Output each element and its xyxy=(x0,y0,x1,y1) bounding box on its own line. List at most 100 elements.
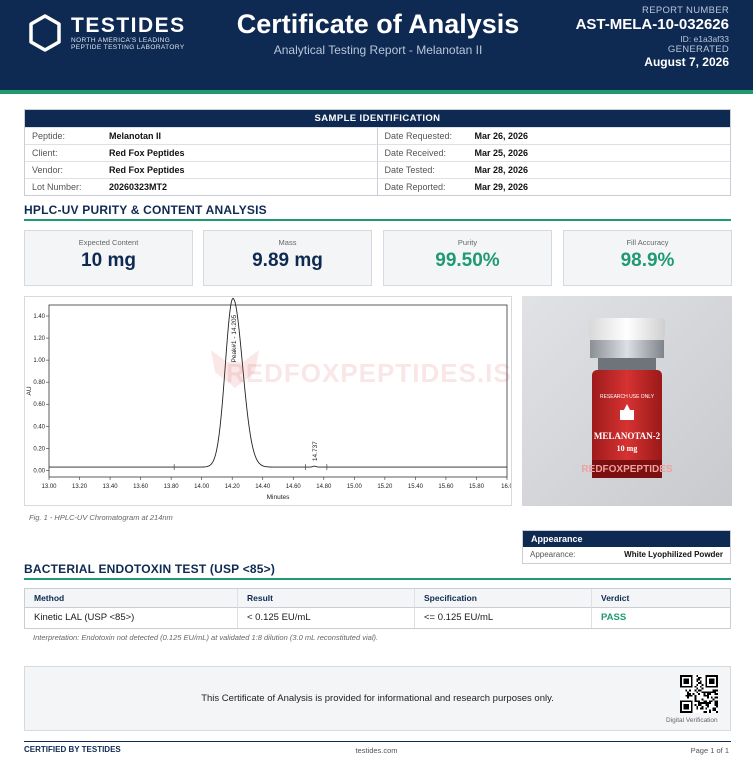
brand-tagline-1: NORTH AMERICA'S LEADING xyxy=(71,36,171,44)
disclaimer-panel: This Certificate of Analysis is provided… xyxy=(24,666,731,731)
column-header-verdict: Verdict xyxy=(591,589,730,608)
brand-name: TESTIDES xyxy=(71,13,186,37)
x-tick-label: 13.40 xyxy=(103,484,119,490)
vial-image: RESEARCH USE ONLY MELANOTAN-2 10 mg REDF… xyxy=(522,296,732,506)
metric-expected-content: Expected Content 10 mg xyxy=(24,230,193,286)
field-value: Mar 29, 2026 xyxy=(474,182,529,192)
field-label: Date Requested: xyxy=(384,131,453,141)
x-tick-label: 15.80 xyxy=(469,484,485,490)
qr-label: Digital Verification xyxy=(666,717,718,724)
field-value: Melanotan II xyxy=(109,131,162,141)
y-tick-label: 1.40 xyxy=(33,314,45,320)
metric-label: Purity xyxy=(457,238,478,247)
vial-label-top: RESEARCH USE ONLY xyxy=(600,394,655,400)
field-label: Vendor: xyxy=(32,165,64,175)
sample-row-vendor: Vendor: Red Fox Peptides xyxy=(25,161,378,178)
x-tick-label: 14.40 xyxy=(255,484,271,490)
sample-row-lot-number: Lot Number: 20260323MT2 xyxy=(25,178,378,195)
report-number-label: REPORT NUMBER xyxy=(642,5,729,16)
report-number: AST-MELA-10-032626 xyxy=(575,16,729,33)
qr-code-icon[interactable] xyxy=(680,675,718,713)
field-label: Date Tested: xyxy=(384,165,435,175)
brand-tagline-2: PEPTIDE TESTING LABORATORY xyxy=(71,44,185,51)
figure-caption: Fig. 1 - HPLC-UV Chromatogram at 214nm xyxy=(29,513,173,522)
metric-value: 9.89 mg xyxy=(252,250,323,271)
x-tick-label: 14.20 xyxy=(225,484,241,490)
metric-label: Mass xyxy=(278,238,297,247)
cell-specification: <= 0.125 EU/mL xyxy=(414,608,591,628)
appearance-label: Appearance: xyxy=(530,550,576,559)
x-tick-label: 14.00 xyxy=(194,484,210,490)
x-tick-label: 13.80 xyxy=(164,484,180,490)
metric-label: Expected Content xyxy=(78,238,139,247)
table-row: Kinetic LAL (USP <85>) < 0.125 EU/mL <= … xyxy=(25,608,730,628)
table-header-row: Method Result Specification Verdict xyxy=(25,589,730,608)
field-value: Mar 26, 2026 xyxy=(474,131,529,141)
endotoxin-interpretation: Interpretation: Endotoxin not detected (… xyxy=(33,633,379,642)
footer-website-link[interactable]: testides.com xyxy=(0,746,753,755)
hplc-section-divider xyxy=(24,219,731,221)
sample-row-peptide: Peptide: Melanotan II xyxy=(25,127,378,144)
metric-fill-accuracy: Fill Accuracy 98.9% xyxy=(563,230,732,286)
x-tick-label: 14.80 xyxy=(316,484,332,490)
sample-heading: SAMPLE IDENTIFICATION xyxy=(25,110,730,127)
chromatogram-panel: 13.00 13.20 13.40 13.60 13.80 14.00 14.20 14.40… xyxy=(24,296,512,506)
field-label: Date Received: xyxy=(384,148,447,158)
x-tick-label: 13.00 xyxy=(41,484,57,490)
report-id: ID: e1a3af33 xyxy=(680,34,729,44)
field-label: Client: xyxy=(32,148,58,158)
field-value: Mar 28, 2026 xyxy=(474,165,529,175)
document-subtitle: Analytical Testing Report - Melanotan II xyxy=(273,43,483,57)
metric-value: 10 mg xyxy=(81,250,136,271)
metric-mass: Mass 9.89 mg xyxy=(203,230,372,286)
chromatogram-chart: 13.00 13.20 13.40 13.60 13.80 14.00 14.20 14.40… xyxy=(26,297,512,501)
appearance-table: Appearance Appearance: White Lyophilized… xyxy=(522,530,731,564)
y-axis-label: AU xyxy=(26,386,33,395)
x-tick-label: 15.20 xyxy=(377,484,393,490)
hplc-section-title: HPLC-UV PURITY & CONTENT ANALYSIS xyxy=(24,203,267,217)
field-label: Date Reported: xyxy=(384,182,446,192)
x-tick-label: 15.60 xyxy=(438,484,454,490)
sample-identification-table: SAMPLE IDENTIFICATION Peptide: Melanotan… xyxy=(24,109,731,196)
sample-row-date-received: Date Received: Mar 25, 2026 xyxy=(377,144,730,161)
appearance-heading: Appearance xyxy=(523,531,730,547)
sample-row-date-requested: Date Requested: Mar 26, 2026 xyxy=(377,127,730,144)
verdict-badge: PASS xyxy=(591,608,730,628)
field-value: Mar 25, 2026 xyxy=(474,148,529,158)
x-tick-label: 13.20 xyxy=(72,484,88,490)
endotoxin-section-divider xyxy=(24,578,731,580)
chart-watermark: REDFOXPEPTIDES.IS xyxy=(226,358,512,388)
plot-frame xyxy=(48,304,508,478)
report-header: TESTIDES NORTH AMERICA'S LEADING PEPTIDE… xyxy=(0,0,753,90)
column-header-specification: Specification xyxy=(414,589,591,608)
sample-row-date-reported: Date Reported: Mar 29, 2026 xyxy=(377,178,730,195)
header-divider xyxy=(0,90,753,94)
x-tick-label: 16.0 xyxy=(501,484,512,490)
y-tick-label: 0.60 xyxy=(33,402,45,408)
endotoxin-table: Method Result Specification Verdict Kine… xyxy=(24,588,731,629)
field-value: Red Fox Peptides xyxy=(109,148,185,158)
peak-label: 14.737 xyxy=(312,441,319,461)
x-tick-label: 13.60 xyxy=(133,484,149,490)
document-title: Certificate of Analysis xyxy=(236,9,520,39)
product-photo: RESEARCH USE ONLY MELANOTAN-2 10 mg REDF… xyxy=(522,296,732,506)
metric-value: 98.9% xyxy=(620,250,675,271)
disclaimer-text: This Certificate of Analysis is provided… xyxy=(201,693,554,704)
metric-value: 99.50% xyxy=(435,250,500,271)
y-tick-label: 1.00 xyxy=(33,358,45,364)
field-label: Lot Number: xyxy=(32,182,82,192)
cell-result: < 0.125 EU/mL xyxy=(237,608,414,628)
report-meta: REPORT NUMBER AST-MELA-10-032626 ID: e1a… xyxy=(576,5,729,70)
y-tick-label: 0.20 xyxy=(33,446,45,452)
field-value: 20260323MT2 xyxy=(109,182,168,192)
column-header-result: Result xyxy=(237,589,414,608)
endotoxin-section-title: BACTERIAL ENDOTOXIN TEST (USP <85>) xyxy=(24,562,276,576)
footer-divider xyxy=(24,741,731,742)
vial-product-name: MELANOTAN-2 xyxy=(594,431,661,441)
y-tick-label: 0.40 xyxy=(33,424,45,430)
generated-date: August 7, 2026 xyxy=(644,55,729,69)
x-axis-label: Minutes xyxy=(267,494,291,501)
sample-row-date-tested: Date Tested: Mar 28, 2026 xyxy=(377,161,730,178)
x-tick-label: 14.60 xyxy=(286,484,302,490)
generated-label: GENERATED xyxy=(667,44,729,55)
